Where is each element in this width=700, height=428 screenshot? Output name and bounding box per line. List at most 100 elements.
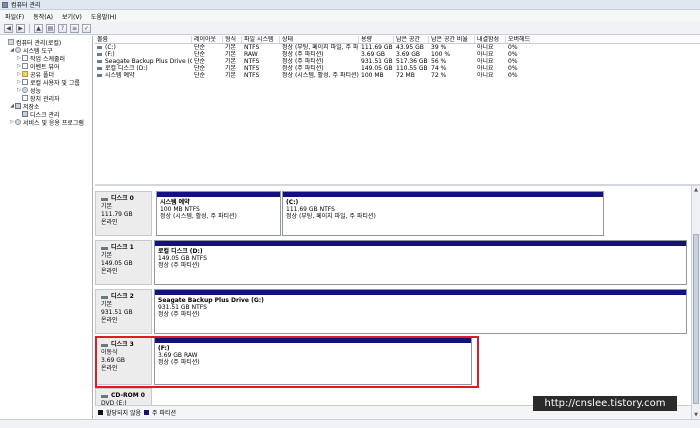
partition-info: (F:) 3.69 GB RAW 정상 (주 파티션): [155, 343, 471, 366]
log-icon: [22, 95, 28, 101]
tree-item[interactable]: ▷ 서비스 및 응용 프로그램: [0, 118, 92, 127]
disk-label[interactable]: 디스크 2 기본 931.51 GB 온라인: [95, 289, 152, 334]
volume-list-rows: (C:)단순기본NTFS정상 (부팅, 페이지 파일, 주 파티션)111.69…: [95, 44, 700, 79]
menu-view[interactable]: 보기(V): [62, 12, 82, 21]
table-cell: 43.95 GB: [396, 44, 424, 51]
partition-size: 3.69 GB RAW: [158, 352, 198, 359]
scroll-down-icon[interactable]: ▼: [692, 411, 700, 419]
table-cell: 정상 (주 파티션): [282, 58, 324, 65]
disk-map-scrollbar[interactable]: ▲ ▼: [691, 186, 700, 419]
forward-icon[interactable]: ▶: [16, 23, 25, 33]
column-header[interactable]: 레이아웃: [192, 36, 223, 43]
volume-name: (C:): [105, 44, 116, 51]
table-cell: 기본: [225, 44, 237, 51]
partition-info: Seagate Backup Plus Drive (G:) 931.51 GB …: [155, 295, 686, 318]
disk-name: 디스크 0: [111, 195, 134, 202]
column-header[interactable]: 상태: [280, 36, 359, 43]
table-cell: NTFS: [244, 65, 260, 72]
disk-row: 디스크 0 기본 111.79 GB 온라인 시스템 예약 100 MB NTFS 정상 (…: [95, 191, 691, 236]
disk-label[interactable]: 디스크 3 이동식 3.69 GB 온라인: [95, 337, 152, 385]
scroll-up-icon[interactable]: ▲: [692, 186, 700, 194]
help-icon[interactable]: ?: [58, 23, 67, 33]
table-cell: 단순: [194, 44, 206, 51]
partition-block[interactable]: 시스템 예약 100 MB NTFS 정상 (시스템, 활성, 주 파티션): [156, 191, 281, 236]
column-header[interactable]: 내결함성: [475, 36, 506, 43]
column-header[interactable]: 볼륨: [95, 36, 192, 43]
volume-row[interactable]: Seagate Backup Plus Drive (G:) 단순 기본 NTFS 정상…: [95, 58, 700, 65]
disk-type: 기본: [101, 301, 113, 308]
column-header[interactable]: 파일 시스템: [242, 36, 280, 43]
partition-block[interactable]: (C:) 111.69 GB NTFS 정상 (부팅, 페이지 파일, 주 파티션): [282, 191, 604, 236]
column-header[interactable]: 남은 공간: [394, 36, 429, 43]
tree-item-label: 서비스 및 응용 프로그램: [23, 119, 84, 127]
window-title: 컴퓨터 관리: [11, 2, 41, 9]
table-cell: 72 %: [431, 72, 447, 79]
table-cell: 3.69 GB: [396, 51, 421, 58]
column-header[interactable]: 형식: [223, 36, 242, 43]
disk-icon: [15, 103, 21, 109]
table-cell: 기본: [225, 51, 237, 58]
list-icon[interactable]: ≡: [70, 23, 79, 33]
column-header[interactable]: 오버헤드: [506, 36, 530, 43]
properties-icon[interactable]: ▤: [46, 23, 55, 33]
log-icon: [22, 63, 28, 69]
tree-item[interactable]: ▷ 로컬 사용자 및 그룹: [0, 78, 92, 87]
menu-action[interactable]: 동작(A): [33, 12, 53, 21]
table-cell: 100 MB: [361, 72, 384, 79]
table-cell: 74 %: [431, 65, 447, 72]
volume-name-cell: (F:): [95, 51, 192, 58]
disk-label[interactable]: 디스크 0 기본 111.79 GB 온라인: [95, 191, 152, 236]
table-cell: 아니요: [477, 44, 494, 51]
volume-name: 시스템 예약: [105, 72, 135, 79]
table-cell: 3.69 GB: [361, 51, 386, 58]
column-header[interactable]: 남은 공간 비율: [429, 36, 475, 43]
partition-size: 100 MB NTFS: [160, 206, 200, 213]
disk-icon: [101, 394, 108, 398]
disk-name: 디스크 1: [111, 244, 134, 251]
toolbar-separator: [29, 23, 30, 33]
table-cell: 0%: [508, 65, 518, 72]
disk-name: 디스크 2: [111, 293, 134, 300]
volume-list-header: 볼륨 레이아웃 형식 파일 시스템 상태 용량 남은 공간 남은 공간 비율 내결함성 오버헤드: [95, 36, 700, 44]
table-cell: NTFS: [244, 44, 260, 51]
table-cell: 0%: [508, 58, 518, 65]
scrollbar-thumb[interactable]: [693, 234, 699, 404]
partition-status: 정상 (주 파티션): [158, 359, 200, 366]
volume-row[interactable]: 로컬 디스크 (D:) 단순 기본 NTFS 정상 (주 파티션) 149.05 GB 11…: [95, 65, 700, 72]
menu-file[interactable]: 파일(F): [5, 12, 24, 21]
partition-block[interactable]: 로컬 디스크 (D:) 149.05 GB NTFS 정상 (주 파티션): [154, 240, 687, 285]
disk-icon: [101, 197, 108, 201]
volume-name-cell: 시스템 예약: [95, 72, 192, 79]
table-cell: 56 %: [431, 58, 447, 65]
table-cell: 517.36 GB: [396, 58, 428, 65]
disk-label[interactable]: 디스크 1 기본 149.05 GB 온라인: [95, 240, 152, 285]
disk-status: 온라인: [101, 317, 118, 324]
column-header[interactable]: 용량: [359, 36, 394, 43]
disk-header: 디스크 2: [101, 293, 151, 301]
table-cell: 0%: [508, 51, 518, 58]
volume-name: 로컬 디스크 (D:): [105, 65, 148, 72]
partition-block[interactable]: Seagate Backup Plus Drive (G:) 931.51 GB …: [154, 289, 687, 334]
table-cell: 100 %: [431, 51, 451, 58]
partition-info: (C:) 111.69 GB NTFS 정상 (부팅, 페이지 파일, 주 파티션): [283, 197, 603, 220]
folder-icon: [22, 71, 28, 77]
back-icon[interactable]: ◀: [4, 23, 13, 33]
table-cell: 39 %: [431, 44, 447, 51]
volume-name-cell: (C:): [95, 44, 192, 51]
disk-row: 디스크 2 기본 931.51 GB 온라인 Seagate Backup Plus D…: [95, 289, 691, 334]
checkmark-icon[interactable]: ✓: [82, 23, 91, 33]
up-icon[interactable]: ▲: [34, 23, 43, 33]
volume-row[interactable]: 시스템 예약 단순 기본 NTFS 정상 (시스템, 활성, 주 파티션) 100 MB 7…: [95, 72, 700, 79]
table-cell: 0%: [508, 72, 518, 79]
partition-title: (C:): [286, 199, 299, 206]
menu-help[interactable]: 도움말(H): [91, 12, 117, 21]
disk-name: 디스크 3: [111, 341, 134, 348]
disk-icon: [101, 343, 108, 347]
volume-row[interactable]: (F:) 단순 기본 RAW 정상 (주 파티션) 3.69 GB 3.69 GB 100 %…: [95, 51, 700, 58]
disk-type: 기본: [101, 203, 113, 210]
table-cell: 단순: [194, 58, 206, 65]
table-cell: 단순: [194, 51, 206, 58]
partition-block[interactable]: (F:) 3.69 GB RAW 정상 (주 파티션): [154, 337, 472, 385]
tree-item[interactable]: 장치 관리자: [0, 94, 92, 103]
volume-row[interactable]: (C:) 단순 기본 NTFS 정상 (부팅, 페이지 파일, 주 파티션)111.69…: [95, 44, 700, 51]
